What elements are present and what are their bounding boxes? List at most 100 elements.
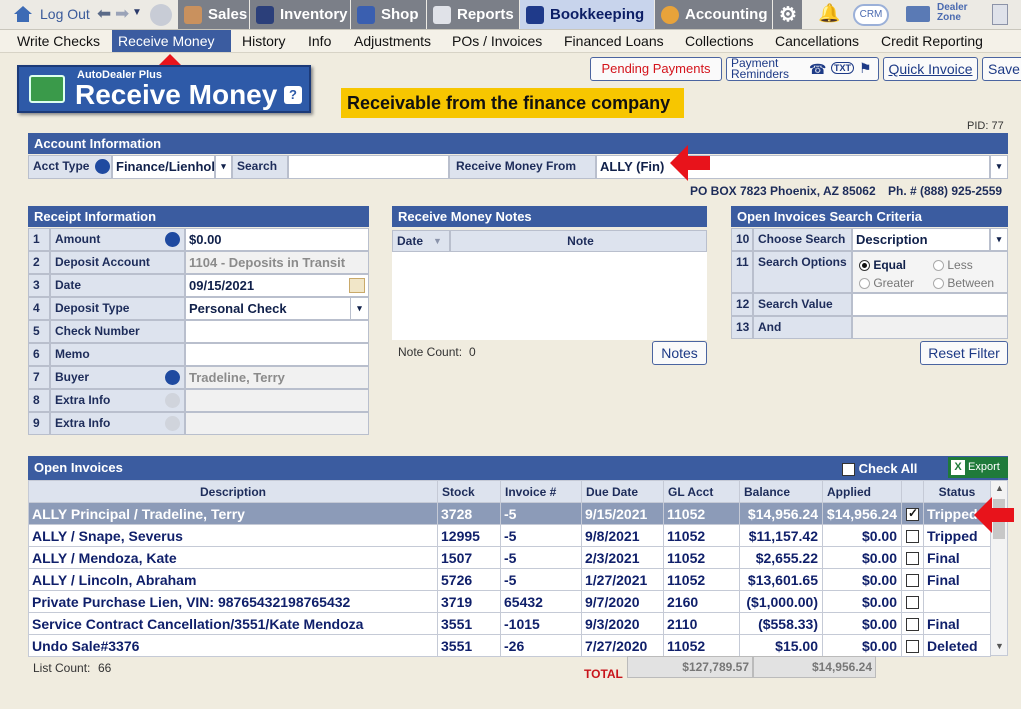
checked-checkbox[interactable]: ✓ <box>906 506 919 522</box>
nav-bookkeeping[interactable]: Bookkeeping <box>520 0 654 29</box>
link-icon[interactable] <box>165 416 180 431</box>
col-stock[interactable]: Stock <box>437 480 501 503</box>
notes-button[interactable]: Notes <box>652 341 707 365</box>
radio-between[interactable]: Between <box>933 276 994 290</box>
cell-checked[interactable] <box>901 568 924 591</box>
acct-type-dropdown-icon[interactable]: ▾ <box>215 155 232 179</box>
link-icon[interactable] <box>165 370 180 385</box>
submenu-adjustments[interactable]: Adjustments <box>348 30 437 52</box>
calendar-icon[interactable] <box>349 278 365 293</box>
search-input[interactable] <box>288 155 449 179</box>
save-button[interactable]: Save <box>982 57 1021 81</box>
extra-info-1-input[interactable] <box>185 389 369 412</box>
col-description[interactable]: Description <box>28 480 438 503</box>
nav-shop[interactable]: Shop <box>351 0 426 29</box>
scroll-up-icon[interactable]: ▲ <box>995 483 1004 493</box>
cell-checked[interactable] <box>901 634 924 657</box>
submenu-info[interactable]: Info <box>302 30 337 52</box>
and-input[interactable] <box>852 316 1008 339</box>
col-applied[interactable]: Applied <box>822 480 902 503</box>
submenu-write-checks[interactable]: Write Checks <box>11 30 106 52</box>
radio-equal[interactable]: Equal <box>859 258 906 272</box>
col-due-date[interactable]: Due Date <box>581 480 664 503</box>
forward-icon[interactable]: ➡ <box>115 4 129 24</box>
back-icon[interactable]: ⬅ <box>97 4 111 24</box>
submenu-financed-loans[interactable]: Financed Loans <box>558 30 670 52</box>
export-button[interactable]: X Export <box>948 457 1008 478</box>
table-row[interactable]: Private Purchase Lien, VIN: 987654321987… <box>28 590 991 613</box>
choose-search-select[interactable]: Description <box>852 228 990 251</box>
col-check[interactable] <box>901 480 924 503</box>
nav-inventory[interactable]: Inventory <box>250 0 350 29</box>
dealer-zone-icon[interactable] <box>906 6 930 22</box>
submenu-collections[interactable]: Collections <box>679 30 759 52</box>
receive-from-input[interactable]: ALLY (Fin) <box>596 155 990 179</box>
notes-col-date[interactable]: Date ▼ <box>392 230 450 252</box>
radio-less[interactable]: Less <box>933 258 973 272</box>
col-invoice[interactable]: Invoice # <box>500 480 582 503</box>
date-input[interactable]: 09/15/2021 <box>185 274 369 297</box>
table-row[interactable]: ALLY / Mendoza, Kate 1507 -5 2/3/2021 11052 $… <box>28 546 991 569</box>
search-value-input[interactable] <box>852 293 1008 316</box>
receive-from-dropdown-icon[interactable]: ▾ <box>990 155 1008 179</box>
deposit-account-input[interactable]: 1104 - Deposits in Transit <box>185 251 369 274</box>
check-number-input[interactable] <box>185 320 369 343</box>
deposit-type-dropdown-icon[interactable]: ▾ <box>350 297 369 320</box>
deposit-type-input[interactable]: Personal Check <box>185 297 369 320</box>
submenu-history[interactable]: History <box>236 30 292 52</box>
row-checkbox[interactable] <box>906 574 919 588</box>
row-checkbox[interactable] <box>906 552 919 566</box>
cell-checked[interactable]: ✓ <box>901 502 924 525</box>
help-icon[interactable]: ? <box>284 86 302 104</box>
scroll-down-icon[interactable]: ▼ <box>995 641 1004 651</box>
cell-checked[interactable] <box>901 524 924 547</box>
cell-checked[interactable] <box>901 590 924 613</box>
col-balance[interactable]: Balance <box>739 480 823 503</box>
notes-col-note[interactable]: Note <box>450 230 707 252</box>
nav-reports[interactable]: Reports <box>427 0 519 29</box>
payment-reminders-button[interactable]: Payment Reminders ☎ TXT ⚑ <box>726 57 879 81</box>
amount-input[interactable]: $0.00 <box>185 228 369 251</box>
check-all-checkbox[interactable] <box>842 463 855 477</box>
calculator-icon[interactable] <box>992 4 1008 25</box>
row-checkbox[interactable] <box>906 618 919 632</box>
quick-invoice-button[interactable]: Quick Invoice <box>883 57 978 81</box>
extra-info-2-input[interactable] <box>185 412 369 435</box>
reset-filter-button[interactable]: Reset Filter <box>920 341 1008 365</box>
nav-sales[interactable]: Sales <box>178 0 249 29</box>
face-icon[interactable] <box>150 4 172 26</box>
logout-link[interactable]: Log Out <box>40 6 90 22</box>
home-icon[interactable] <box>12 4 34 24</box>
table-row[interactable]: ALLY / Lincoln, Abraham 5726 -5 1/27/2021 11… <box>28 568 991 591</box>
row-checkbox[interactable] <box>906 640 919 654</box>
table-row[interactable]: Service Contract Cancellation/3551/Kate … <box>28 612 991 635</box>
col-gl-acct[interactable]: GL Acct <box>663 480 740 503</box>
acct-type-select[interactable]: Finance/Lienholder <box>112 155 215 179</box>
crm-button[interactable]: CRM <box>853 4 889 26</box>
bell-icon[interactable]: 🔔 <box>818 3 840 24</box>
row-checkbox[interactable] <box>906 530 919 544</box>
check-all[interactable]: Check All <box>842 461 917 477</box>
memo-input[interactable] <box>185 343 369 366</box>
acct-type-link-icon[interactable] <box>95 159 110 174</box>
buyer-input[interactable]: Tradeline, Terry <box>185 366 369 389</box>
submenu-credit-reporting[interactable]: Credit Reporting <box>875 30 989 52</box>
pending-payments-button[interactable]: Pending Payments <box>590 57 722 81</box>
submenu-cancellations[interactable]: Cancellations <box>769 30 865 52</box>
link-icon[interactable] <box>165 393 180 408</box>
table-row[interactable]: ALLY Principal / Tradeline, Terry 3728 -5 9… <box>28 502 991 525</box>
cell-checked[interactable] <box>901 546 924 569</box>
table-row[interactable]: ALLY / Snape, Severus 12995 -5 9/8/2021 1105… <box>28 524 991 547</box>
cell-checked[interactable] <box>901 612 924 635</box>
nav-accounting[interactable]: Accounting <box>655 0 772 29</box>
submenu-pos-invoices[interactable]: POs / Invoices <box>446 30 548 52</box>
choose-search-dropdown-icon[interactable]: ▾ <box>990 228 1008 251</box>
history-dropdown-icon[interactable]: ▼ <box>132 7 142 18</box>
table-row[interactable]: Undo Sale#3376 3551 -26 7/27/2020 11052 $15.0… <box>28 634 991 657</box>
radio-greater[interactable]: Greater <box>859 276 914 290</box>
row-checkbox[interactable] <box>906 596 919 610</box>
link-icon[interactable] <box>165 232 180 247</box>
dealer-zone-label[interactable]: Dealer Zone <box>937 3 968 23</box>
submenu-receive-money[interactable]: Receive Money <box>112 30 231 52</box>
settings-button[interactable]: ⚙ <box>773 0 802 29</box>
